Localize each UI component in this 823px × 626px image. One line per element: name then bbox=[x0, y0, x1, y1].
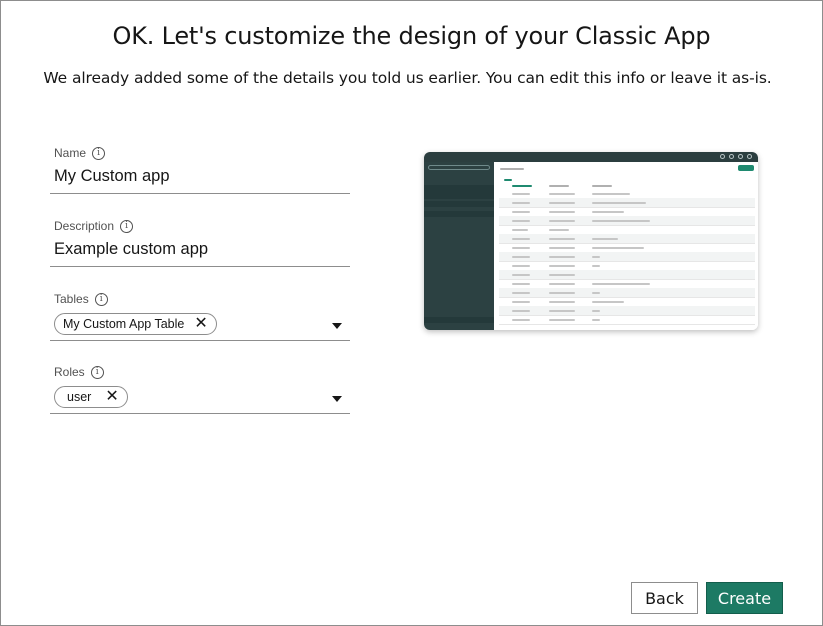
table-tag: My Custom App Table ✕ bbox=[54, 313, 217, 335]
info-icon[interactable]: i bbox=[92, 146, 106, 160]
info-icon[interactable]: i bbox=[120, 219, 134, 233]
preview-top-bar bbox=[424, 152, 758, 162]
description-input[interactable]: Example custom app bbox=[54, 240, 350, 259]
tables-label: Tables bbox=[54, 292, 89, 306]
info-icon[interactable]: i bbox=[90, 365, 104, 379]
role-tag-label: user bbox=[67, 390, 92, 404]
roles-underline bbox=[50, 413, 350, 414]
name-field: Name i My Custom app bbox=[50, 146, 350, 194]
roles-field[interactable]: Roles i user ✕ bbox=[50, 365, 350, 415]
preview-main bbox=[494, 162, 758, 330]
back-button[interactable]: Back bbox=[631, 582, 698, 614]
tables-field[interactable]: Tables i My Custom App Table ✕ bbox=[50, 292, 350, 342]
create-button[interactable]: Create bbox=[706, 582, 783, 614]
page-title: OK. Let's customize the design of your C… bbox=[112, 22, 711, 50]
preview-sidebar bbox=[424, 162, 494, 330]
table-tag-label: My Custom App Table bbox=[63, 317, 185, 331]
close-icon[interactable]: ✕ bbox=[194, 316, 207, 332]
name-input[interactable]: My Custom app bbox=[54, 167, 350, 186]
roles-label: Roles bbox=[54, 365, 85, 379]
page-subtitle: We already added some of the details you… bbox=[43, 69, 772, 87]
chevron-down-icon[interactable] bbox=[332, 323, 342, 329]
info-icon[interactable]: i bbox=[94, 292, 108, 306]
close-icon[interactable]: ✕ bbox=[105, 389, 118, 405]
description-label: Description bbox=[54, 219, 115, 233]
name-label: Name bbox=[54, 146, 87, 160]
chevron-down-icon[interactable] bbox=[332, 396, 342, 402]
preview-search bbox=[428, 165, 490, 170]
preview-header-icons bbox=[720, 154, 752, 159]
tables-underline bbox=[50, 340, 350, 341]
preview-new-button bbox=[738, 165, 754, 171]
role-tag: user ✕ bbox=[54, 386, 128, 408]
name-underline bbox=[50, 193, 350, 194]
description-underline bbox=[50, 266, 350, 267]
app-preview bbox=[424, 152, 758, 330]
description-field: Description i Example custom app bbox=[50, 219, 350, 267]
